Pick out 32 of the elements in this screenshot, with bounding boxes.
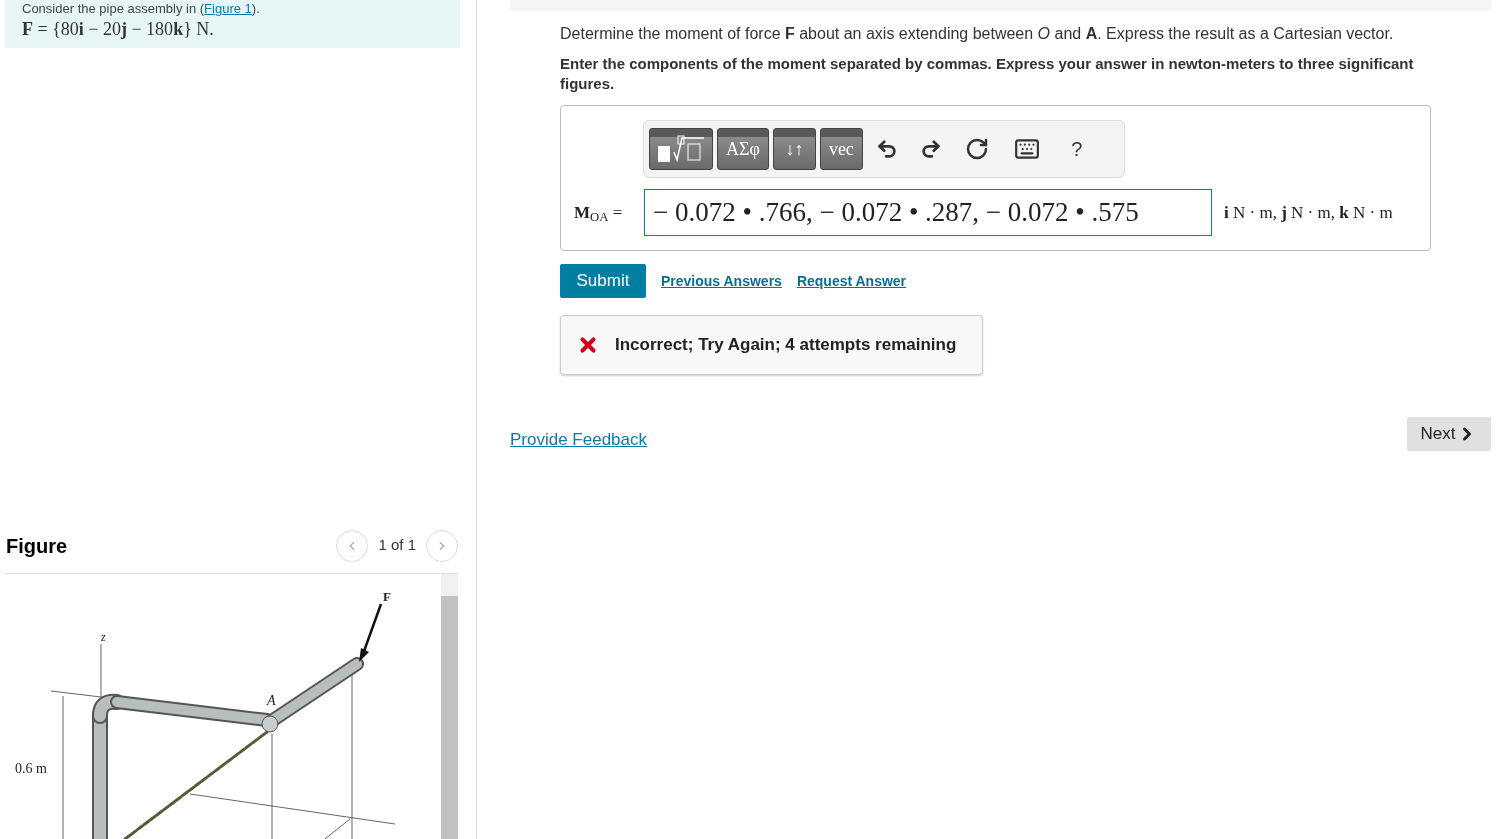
figure-label: F (383, 589, 391, 604)
answer-field[interactable]: − 0.072 • .766, − 0.072 • .287, − 0.072 • .575 (644, 189, 1212, 236)
figure-label: 0.6 m (15, 761, 47, 776)
cross-icon (577, 334, 599, 356)
question-text: Determine the moment of force F about an axis extending between O and A. Express the result as a Cartesian vector. (560, 24, 1395, 44)
answer-link[interactable]: Request Answer (796, 270, 907, 292)
force-arrow (359, 603, 383, 662)
keyboard-icon (1013, 136, 1040, 162)
figure-pager: 1 of 1 (378, 535, 416, 556)
next-button[interactable]: Next (1407, 417, 1491, 451)
root-template-icon (656, 134, 706, 164)
intro-text: Consider the pipe assembly in (Figure 1). (22, 1, 261, 17)
provide-feedback-link[interactable]: Provide Feedback (510, 427, 648, 453)
symbol-button[interactable]: ΑΣφ (717, 128, 769, 170)
submit-button[interactable]: Submit (560, 264, 646, 298)
help-button[interactable]: ? (1054, 128, 1099, 170)
redo-icon (919, 138, 942, 160)
reset-icon (964, 137, 989, 161)
feedback-message: Incorrect; Try Again; 4 attempts remaining (615, 334, 957, 357)
symbol-button[interactable]: ↓↑ (772, 128, 816, 170)
figure-link[interactable]: Figure 1 (204, 1, 252, 16)
template-button[interactable] (649, 128, 713, 170)
force-equation: F = {80i − 20j − 180k} N. (22, 18, 215, 41)
undo-icon (875, 138, 898, 160)
unit-text: i N · m, j N · m, k N · m (1224, 201, 1393, 224)
symbol-button[interactable]: vec (819, 128, 863, 170)
moment-label: M$_{OA}$ = (574, 201, 624, 226)
figure-label: A (267, 693, 276, 708)
figure-title: Figure (6, 533, 68, 559)
figure-label: z (101, 630, 106, 644)
answer-link[interactable]: Previous Answers (661, 270, 782, 292)
instruction-text: Enter the components of the moment separated by commas. Express your answer in newton-meters to three significant figures. (560, 54, 1415, 94)
